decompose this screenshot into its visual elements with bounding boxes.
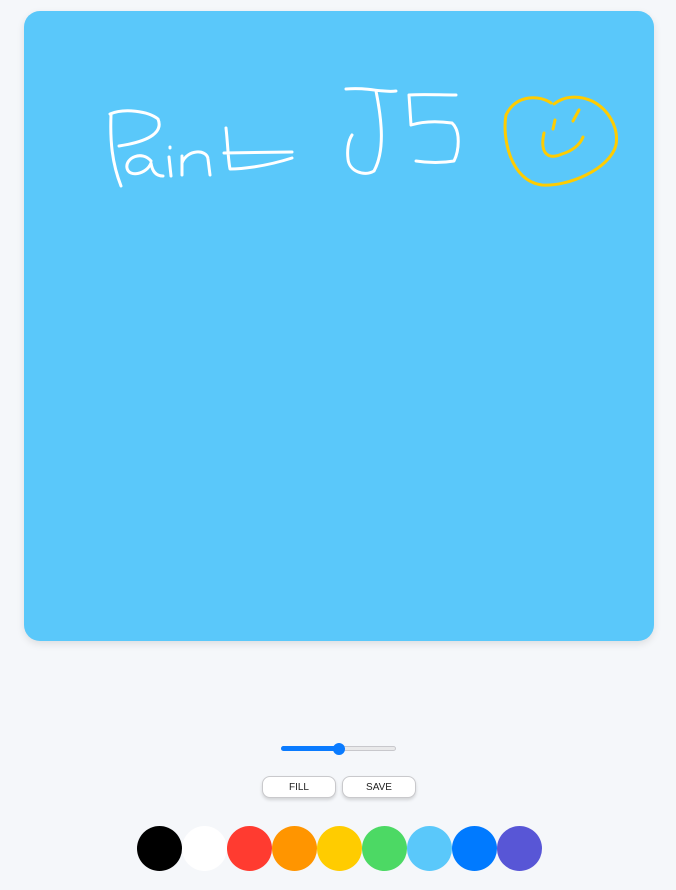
stroke-t xyxy=(222,126,294,171)
smiley-face xyxy=(503,95,618,187)
color-swatch-green[interactable] xyxy=(362,826,407,871)
stroke-j xyxy=(344,87,398,175)
brush-size-slider[interactable] xyxy=(281,741,396,757)
color-swatch-light-blue[interactable] xyxy=(407,826,452,871)
color-swatch-red[interactable] xyxy=(227,826,272,871)
smiley-drawing xyxy=(503,95,618,187)
color-palette xyxy=(137,826,542,871)
stroke-5 xyxy=(407,93,460,164)
smiley-mouth xyxy=(541,131,585,158)
stroke-n xyxy=(180,150,212,177)
drawing-canvas[interactable] xyxy=(24,11,654,641)
handwritten-text xyxy=(108,87,460,188)
save-button[interactable]: SAVE xyxy=(342,776,416,798)
color-swatch-black[interactable] xyxy=(137,826,182,871)
color-swatch-orange[interactable] xyxy=(272,826,317,871)
fill-button[interactable]: FILL xyxy=(262,776,336,798)
stroke-i xyxy=(167,145,173,178)
slider-fill xyxy=(281,746,339,751)
smiley-eye-left xyxy=(551,118,557,131)
color-swatch-blue[interactable] xyxy=(452,826,497,871)
paint-app: FILL SAVE xyxy=(0,0,676,890)
color-swatch-purple[interactable] xyxy=(497,826,542,871)
color-swatch-yellow[interactable] xyxy=(317,826,362,871)
canvas-drawing xyxy=(108,87,618,188)
color-swatch-white[interactable] xyxy=(182,826,227,871)
slider-thumb[interactable] xyxy=(332,743,345,755)
stroke-a xyxy=(125,154,165,178)
smiley-eye-right xyxy=(571,108,581,123)
